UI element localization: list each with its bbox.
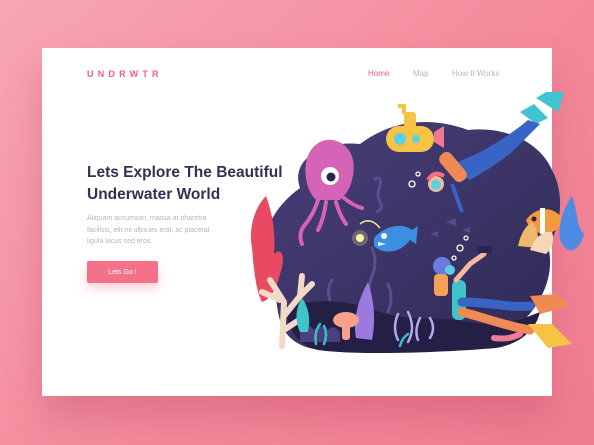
nav-how-it-works[interactable]: How It Works bbox=[452, 69, 499, 78]
main-nav: Home Map How It Works bbox=[42, 69, 552, 81]
headline-line-1: Lets Explore The Beautiful bbox=[87, 164, 283, 181]
landing-card: UNDRWTR Home Map How It Works Lets Explo… bbox=[42, 48, 552, 396]
hero-description: Aliquam accumsan, massa at pharetra faci… bbox=[87, 213, 237, 248]
nav-home[interactable]: Home bbox=[368, 69, 389, 78]
nav-map[interactable]: Map bbox=[413, 69, 429, 78]
description-line-1: Aliquam accumsan, massa at pharetra bbox=[87, 215, 207, 222]
coral-blue-right bbox=[559, 196, 584, 251]
description-line-2: facilisis, elit mi ultricies erat, ac pl… bbox=[87, 226, 210, 234]
lets-go-button[interactable]: Lets Go ! bbox=[87, 261, 158, 283]
headline-line-2: Underwater World bbox=[87, 186, 221, 203]
hero-headline: Lets Explore The Beautiful Underwater Wo… bbox=[87, 162, 297, 206]
description-line-3: ligula lacus sed eros. bbox=[87, 238, 153, 246]
